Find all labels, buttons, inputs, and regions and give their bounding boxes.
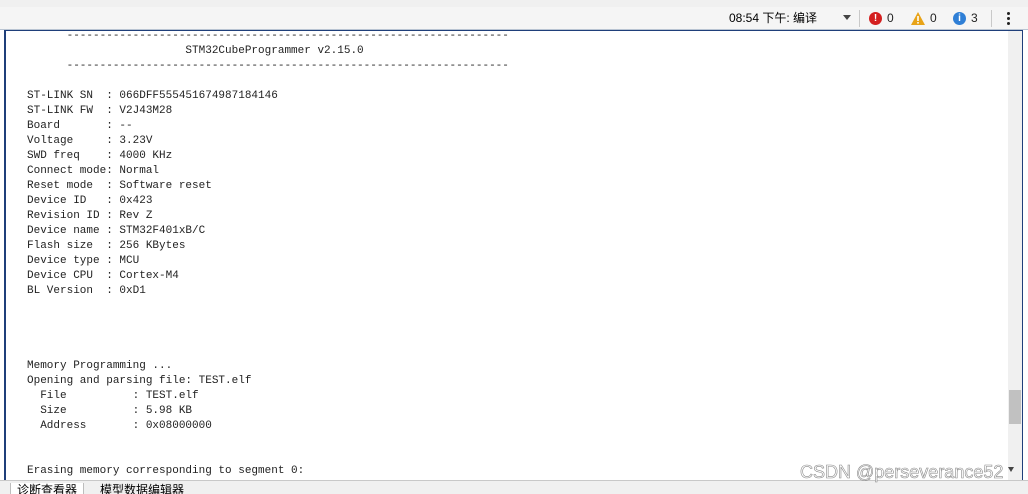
toolbar-divider [859, 10, 860, 27]
scrollbar-thumb[interactable] [1009, 390, 1021, 424]
log-line: Connect mode: Normal [27, 165, 160, 177]
log-line: Address : 0x08000000 [27, 420, 212, 432]
toolbar-divider [991, 10, 992, 27]
log-line: Device type : MCU [27, 255, 140, 267]
log-line: BL Version : 0xD1 [27, 285, 146, 297]
window-top-strip [0, 0, 1028, 7]
log-line: Device ID : 0x423 [27, 195, 153, 207]
tab-model-data-editor[interactable]: 模型数据编辑器 [94, 483, 190, 494]
warning-filter-button[interactable]: 0 [911, 10, 937, 26]
warning-count: 0 [930, 11, 937, 25]
vertical-scrollbar[interactable] [1008, 31, 1022, 480]
log-line: Device CPU : Cortex-M4 [27, 270, 179, 282]
chevron-down-icon[interactable] [843, 15, 851, 20]
log-line: Voltage : 3.23V [27, 135, 153, 147]
log-line: Flash size : 256 KBytes [27, 240, 186, 252]
build-time-label: 08:54 下午: 编译 [729, 11, 818, 25]
log-line: Memory Programming ... [27, 360, 173, 372]
error-count: 0 [887, 11, 894, 25]
log-line: ----------------------------------------… [27, 60, 509, 72]
log-line: Size : 5.98 KB [27, 405, 193, 417]
error-icon: ! [869, 11, 882, 25]
info-count: 3 [971, 11, 978, 25]
log-line: Revision ID : Rev Z [27, 210, 153, 222]
watermark: CSDN @perseverance52 [800, 462, 1004, 483]
log-line: Reset mode : Software reset [27, 180, 212, 192]
warning-icon [911, 11, 925, 25]
tab-diagnostics-viewer[interactable]: 诊断查看器 [10, 483, 85, 494]
log-line: ----------------------------------------… [27, 30, 509, 42]
info-filter-button[interactable]: i 3 [953, 10, 978, 26]
log-line: SWD freq : 4000 KHz [27, 150, 173, 162]
log-line: ST-LINK FW : V2J43M28 [27, 105, 173, 117]
log-line: ST-LINK SN : 066DFF555451674987184146 [27, 90, 278, 102]
output-panel: ----------------------------------------… [4, 30, 1023, 481]
log-line: Board : -- [27, 120, 133, 132]
log-line: STM32CubeProgrammer v2.15.0 [27, 45, 364, 57]
log-line: Opening and parsing file: TEST.elf [27, 375, 252, 387]
log-line: Device name : STM32F401xB/C [27, 225, 206, 237]
scroll-down-arrow-icon[interactable] [1008, 467, 1014, 472]
build-output-log[interactable]: ----------------------------------------… [27, 30, 509, 480]
info-icon: i [953, 11, 966, 25]
diagnostics-toolbar: 08:54 下午: 编译 ! 0 0 i 3 [0, 7, 1028, 30]
log-line: File : TEST.elf [27, 390, 199, 402]
more-options-icon[interactable] [1003, 9, 1013, 28]
log-line: Erasing memory corresponding to segment … [27, 465, 305, 477]
error-filter-button[interactable]: ! 0 [869, 10, 894, 26]
